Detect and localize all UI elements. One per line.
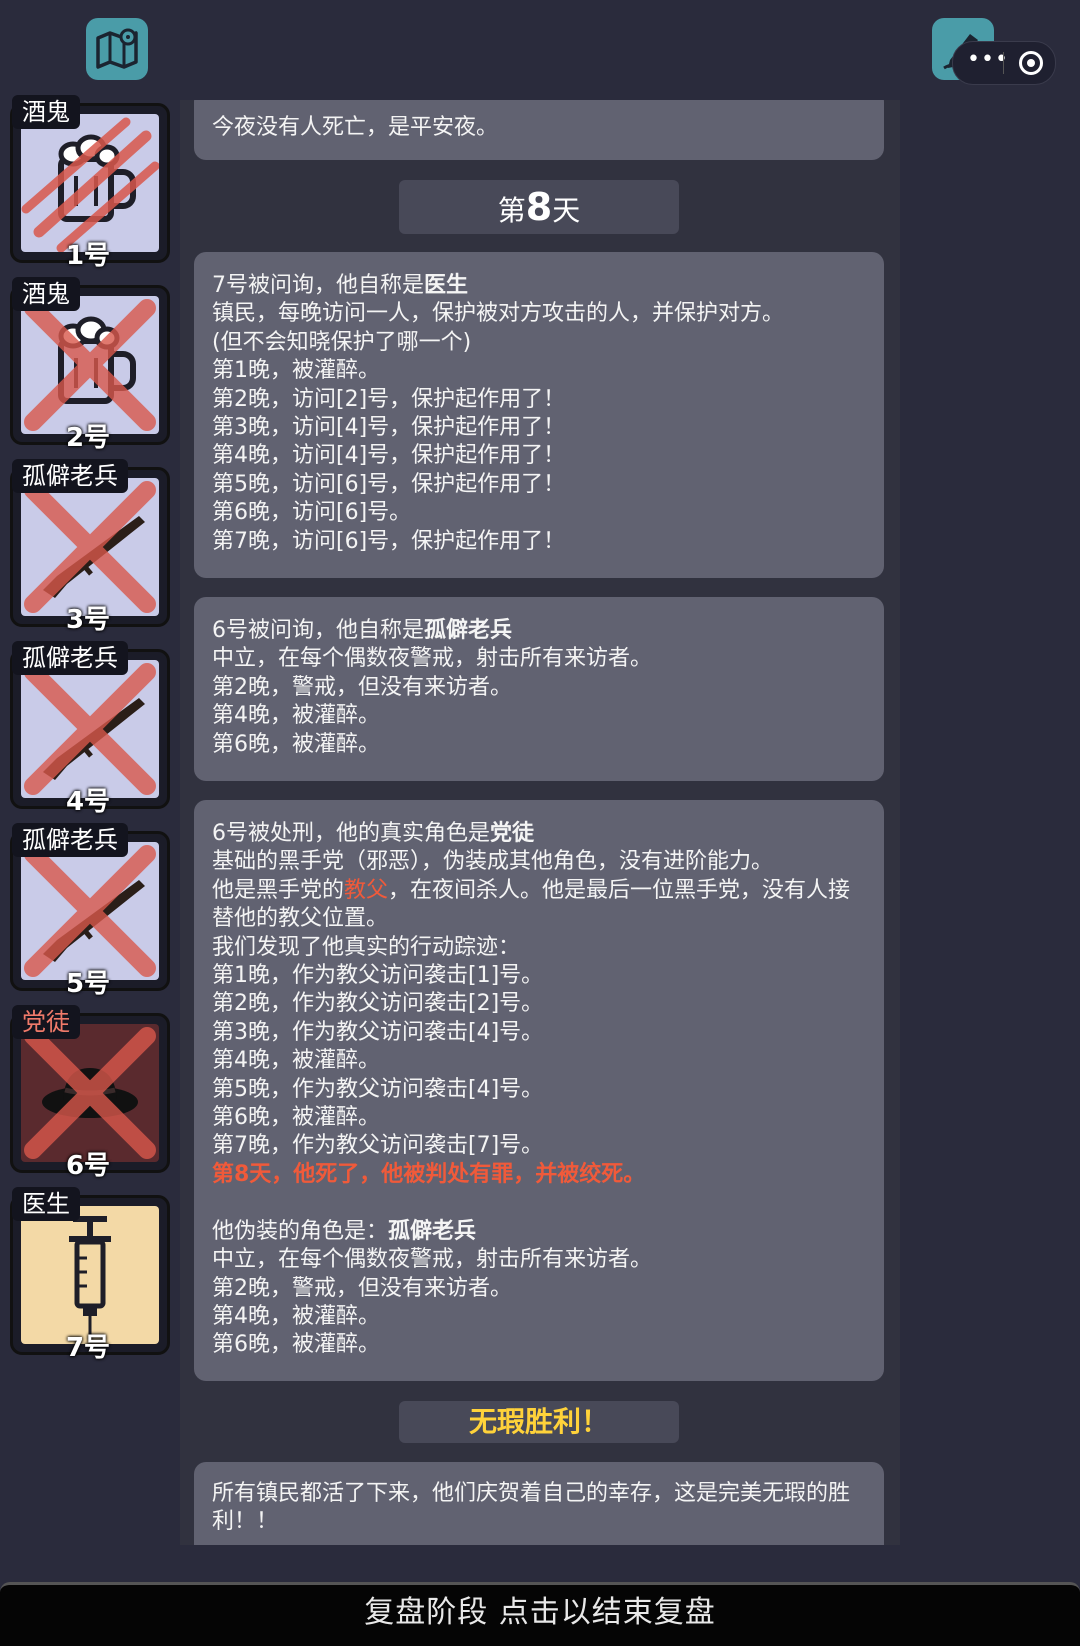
day-suffix: 天 bbox=[552, 194, 581, 227]
log-line: 第2晚，访问[2]号，保护起作用了！ bbox=[212, 386, 566, 412]
intro-text: 6号被处刑，他的真实角色是 bbox=[212, 821, 490, 846]
card-portrait bbox=[21, 660, 159, 798]
final-result-text: 所有镇民都活了下来，他们庆贺着自己的幸存，这是完美无瑕的胜利！！ bbox=[212, 1481, 851, 1535]
player-card-1[interactable]: 酒鬼 1号 bbox=[8, 95, 170, 271]
true-role: 党徒 bbox=[490, 821, 535, 846]
log-line: 基础的黑手党（邪恶），伪装成其他角色，没有进阶能力。 bbox=[212, 849, 774, 875]
intro-text: 6号被问询，他自称是 bbox=[212, 618, 424, 643]
map-button[interactable] bbox=[86, 18, 148, 80]
mini-program-capsule: ••• bbox=[952, 41, 1056, 85]
day-number: 8 bbox=[525, 185, 553, 229]
log-line: 他是黑手党的教父，在夜间杀人。他是最后一位黑手党，没有人接替他的教父位置。 bbox=[212, 877, 866, 934]
log-line: 第7晚，作为教父访问袭击[7]号。 bbox=[212, 1133, 544, 1159]
night-result-panel: 今夜没有人死亡，是平安夜。 bbox=[194, 100, 884, 160]
log-line: 他伪装的角色是：孤僻老兵 bbox=[212, 1218, 866, 1246]
claimed-role: 医生 bbox=[424, 273, 469, 298]
log-line: 第7晚，访问[6]号，保护起作用了！ bbox=[212, 528, 566, 554]
player-role-label: 酒鬼 bbox=[12, 277, 80, 311]
player-role-label: 孤僻老兵 bbox=[12, 459, 128, 493]
player-card-4[interactable]: 孤僻老兵 4号 bbox=[8, 641, 170, 817]
player-role-label: 党徒 bbox=[12, 1005, 80, 1039]
player-number: 4号 bbox=[65, 787, 111, 817]
log-line: 中立，在每个偶数夜警戒，射击所有来访者。 bbox=[212, 646, 653, 672]
log-line: 镇民，每晚访问一人，保护被对方攻击的人，并保护对方。 bbox=[212, 301, 785, 327]
intro-text: 7号被问询，他自称是 bbox=[212, 273, 424, 298]
godfather-pre: 他是黑手党的 bbox=[212, 877, 345, 903]
log-line: 第5晚，作为教父访问袭击[4]号。 bbox=[212, 1076, 544, 1102]
player-role-label: 医生 bbox=[12, 1187, 80, 1221]
interrogation-panel-6: 6号被问询，他自称是孤僻老兵 中立，在每个偶数夜警戒，射击所有来访者。 第2晚，… bbox=[194, 597, 884, 781]
disguise-pre: 他伪装的角色是： bbox=[212, 1218, 389, 1244]
player-number: 2号 bbox=[65, 423, 111, 453]
player-role-label: 孤僻老兵 bbox=[12, 823, 128, 857]
log-line: 第6晚，被灌醉。 bbox=[212, 1105, 380, 1131]
log-line: 第3晚，访问[4]号，保护起作用了！ bbox=[212, 415, 566, 441]
player-card-6[interactable]: 党徒 6号 bbox=[8, 1005, 170, 1181]
log-line: 第4晚，被灌醉。 bbox=[212, 703, 380, 729]
log-line: 第5晚，访问[6]号，保护起作用了！ bbox=[212, 471, 566, 497]
syringe-icon bbox=[69, 1216, 111, 1336]
day-banner: 第8天 bbox=[399, 180, 679, 234]
day-prefix: 第 bbox=[497, 194, 526, 227]
player-card-5[interactable]: 孤僻老兵 5号 bbox=[8, 823, 170, 999]
game-log[interactable]: 今夜没有人死亡，是平安夜。 第8天 7号被问询，他自称是医生 镇民，每晚访问一人… bbox=[180, 100, 900, 1545]
card-portrait bbox=[21, 296, 159, 434]
execution-panel-6: 6号被处刑，他的真实角色是党徒 基础的黑手党（邪恶），伪装成其他角色，没有进阶能… bbox=[194, 800, 884, 1381]
rifle-icon bbox=[24, 845, 156, 977]
log-line: 第2晚，作为教父访问袭击[2]号。 bbox=[212, 991, 544, 1017]
log-line: 第2晚，警戒，但没有来访者。 bbox=[212, 1275, 512, 1301]
player-role-label: 孤僻老兵 bbox=[12, 641, 128, 675]
disguise-role: 孤僻老兵 bbox=[388, 1218, 477, 1244]
log-line: 第6晚，被灌醉。 bbox=[212, 731, 380, 757]
player-number: 6号 bbox=[65, 1151, 111, 1181]
victory-banner: 无瑕胜利！ bbox=[399, 1401, 679, 1443]
close-target-icon[interactable] bbox=[1019, 51, 1043, 75]
log-line: 第4晚，被灌醉。 bbox=[212, 1048, 380, 1074]
log-line: 中立，在每个偶数夜警戒，射击所有来访者。 bbox=[212, 1247, 653, 1273]
player-number: 5号 bbox=[65, 969, 111, 999]
log-line: 7号被问询，他自称是医生 bbox=[212, 272, 866, 300]
player-card-3[interactable]: 孤僻老兵 3号 bbox=[8, 459, 170, 635]
card-portrait bbox=[21, 114, 159, 252]
card-portrait bbox=[21, 478, 159, 616]
log-line: 6号被问询，他自称是孤僻老兵 bbox=[212, 617, 866, 645]
fedora-hat-icon bbox=[24, 1027, 156, 1159]
player-number: 7号 bbox=[65, 1333, 111, 1363]
log-line: 第4晚，访问[4]号，保护起作用了！ bbox=[212, 443, 566, 469]
beer-mug-icon bbox=[24, 299, 156, 431]
night-result-text: 今夜没有人死亡，是平安夜。 bbox=[212, 115, 499, 140]
log-line: 第3晚，作为教父访问袭击[4]号。 bbox=[212, 1019, 544, 1045]
player-card-7[interactable]: 医生 7号 bbox=[8, 1187, 170, 1363]
log-line: 第2晚，警戒，但没有来访者。 bbox=[212, 674, 512, 700]
interrogation-panel-7: 7号被问询，他自称是医生 镇民，每晚访问一人，保护被对方攻击的人，并保护对方。 … bbox=[194, 252, 884, 578]
beer-mug-icon bbox=[21, 117, 159, 252]
player-number: 1号 bbox=[65, 241, 111, 271]
final-result-panel: 所有镇民都活了下来，他们庆贺着自己的幸存，这是完美无瑕的胜利！！ bbox=[194, 1462, 884, 1545]
card-portrait bbox=[21, 1024, 159, 1162]
log-line: 第6晚，访问[6]号。 bbox=[212, 500, 412, 526]
log-line: 第4晚，被灌醉。 bbox=[212, 1303, 380, 1329]
rifle-icon bbox=[24, 663, 156, 795]
player-role-label: 酒鬼 bbox=[12, 95, 80, 129]
card-portrait bbox=[21, 842, 159, 980]
player-card-2[interactable]: 酒鬼 2号 bbox=[8, 277, 170, 453]
player-number: 3号 bbox=[65, 605, 111, 635]
verdict-line: 第8天，他死了，他被判处有罪，并被绞死。 bbox=[212, 1161, 646, 1187]
log-line: 我们发现了他真实的行动踪迹： bbox=[212, 934, 521, 960]
end-review-button[interactable]: 复盘阶段 点击以结束复盘 bbox=[0, 1582, 1080, 1646]
claimed-role: 孤僻老兵 bbox=[424, 618, 513, 643]
log-line: 第1晚，作为教父访问袭击[1]号。 bbox=[212, 963, 544, 989]
log-line: 第1晚，被灌醉。 bbox=[212, 358, 380, 384]
godfather-highlight: 教父 bbox=[344, 877, 389, 903]
rifle-icon bbox=[24, 481, 156, 613]
log-line: (但不会知晓保护了哪一个) bbox=[212, 329, 472, 355]
log-line: 第6晚，被灌醉。 bbox=[212, 1332, 380, 1358]
log-line: 6号被处刑，他的真实角色是党徒 bbox=[212, 820, 866, 848]
capsule-divider bbox=[1003, 52, 1004, 74]
map-pin-icon bbox=[96, 28, 138, 69]
card-portrait bbox=[21, 1206, 159, 1344]
